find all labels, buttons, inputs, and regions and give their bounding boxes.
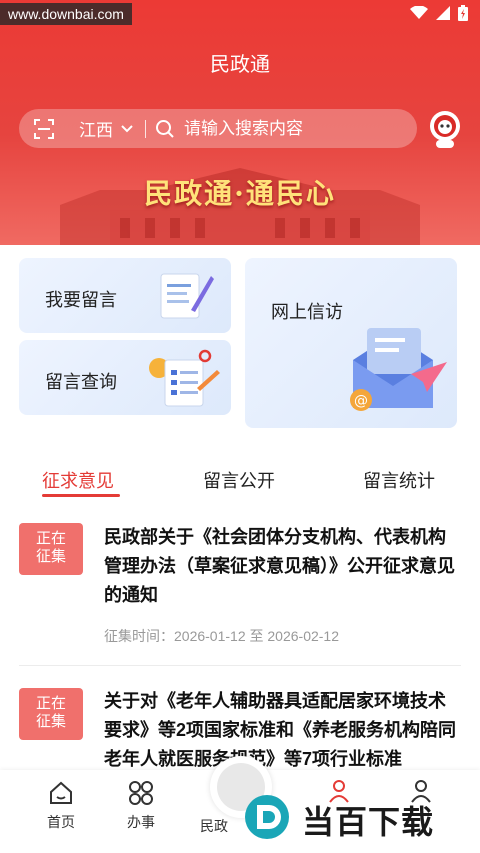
wifi-icon <box>410 6 428 19</box>
signal-icon <box>436 6 450 20</box>
opinion-list: 正在 征集 民政部关于《社会团体分支机构、代表机构管理办法（草案征求意见稿）》公… <box>0 505 480 770</box>
divider <box>145 119 146 138</box>
tab-message-public[interactable]: 留言公开 <box>203 467 275 493</box>
message-query-card[interactable]: 留言查询 <box>19 340 231 415</box>
card-label: 留言查询 <box>45 372 117 392</box>
banner-slogan: 民政通·通民心 <box>144 177 336 210</box>
item-title: 关于对《老年人辅助器具适配居家环境技术要求》等2项国家标准和《养老服务机构陪同老… <box>104 691 457 769</box>
tab-message-stats[interactable]: 留言统计 <box>363 467 435 493</box>
watermark-label: www.downbai.com <box>0 3 132 25</box>
envelope-mail-icon: @ <box>350 328 447 411</box>
nav-services[interactable]: 办事 <box>109 780 173 832</box>
nav-services-label: 办事 <box>127 814 155 830</box>
status-badge: 正在 征集 <box>19 688 83 740</box>
robot-assistant-icon[interactable] <box>426 109 464 149</box>
scan-icon[interactable] <box>33 118 55 140</box>
page-title: 民政通 <box>210 54 270 76</box>
header-banner: www.downbai.com 民政通 江西 请输入搜索内容 民政通·通民心 <box>0 0 480 245</box>
card-label: 我要留言 <box>45 290 117 310</box>
online-petition-card[interactable]: 网上信访 @ <box>245 258 457 428</box>
search-bar: 江西 <box>19 109 417 148</box>
svg-text:@: @ <box>354 393 368 409</box>
battery-icon <box>458 5 468 21</box>
checklist-search-icon <box>149 349 220 407</box>
card-label: 网上信访 <box>271 302 343 322</box>
tab-active-indicator <box>42 494 120 497</box>
home-icon <box>50 781 72 804</box>
item-title: 民政部关于《社会团体分支机构、代表机构管理办法（草案征求意见稿）》公开征求意见的… <box>104 527 455 605</box>
tab-solicit-opinions[interactable]: 征求意见 <box>42 467 114 493</box>
search-input[interactable] <box>184 118 384 139</box>
status-bar: www.downbai.com <box>0 0 480 28</box>
document-pen-icon <box>160 273 214 319</box>
brand-logo-icon <box>245 795 289 839</box>
item-date: 征集时间：2026-01-12 至 2026-02-12 <box>104 628 340 644</box>
chevron-down-icon[interactable] <box>121 124 133 133</box>
region-selector[interactable]: 江西 <box>79 116 113 141</box>
list-divider <box>19 665 461 666</box>
search-icon <box>156 119 174 138</box>
grid-services-icon <box>129 781 153 805</box>
nav-home-label: 首页 <box>47 814 75 830</box>
feature-cards: 我要留言 留言查询 网上信访 @ <box>0 245 480 445</box>
nav-home[interactable]: 首页 <box>29 780 93 832</box>
brand-watermark-text: 当百下载 <box>302 803 435 841</box>
status-badge: 正在 征集 <box>19 523 83 575</box>
leave-message-card[interactable]: 我要留言 <box>19 258 231 333</box>
tab-bar-top: 征求意见 留言公开 留言统计 <box>0 445 480 505</box>
